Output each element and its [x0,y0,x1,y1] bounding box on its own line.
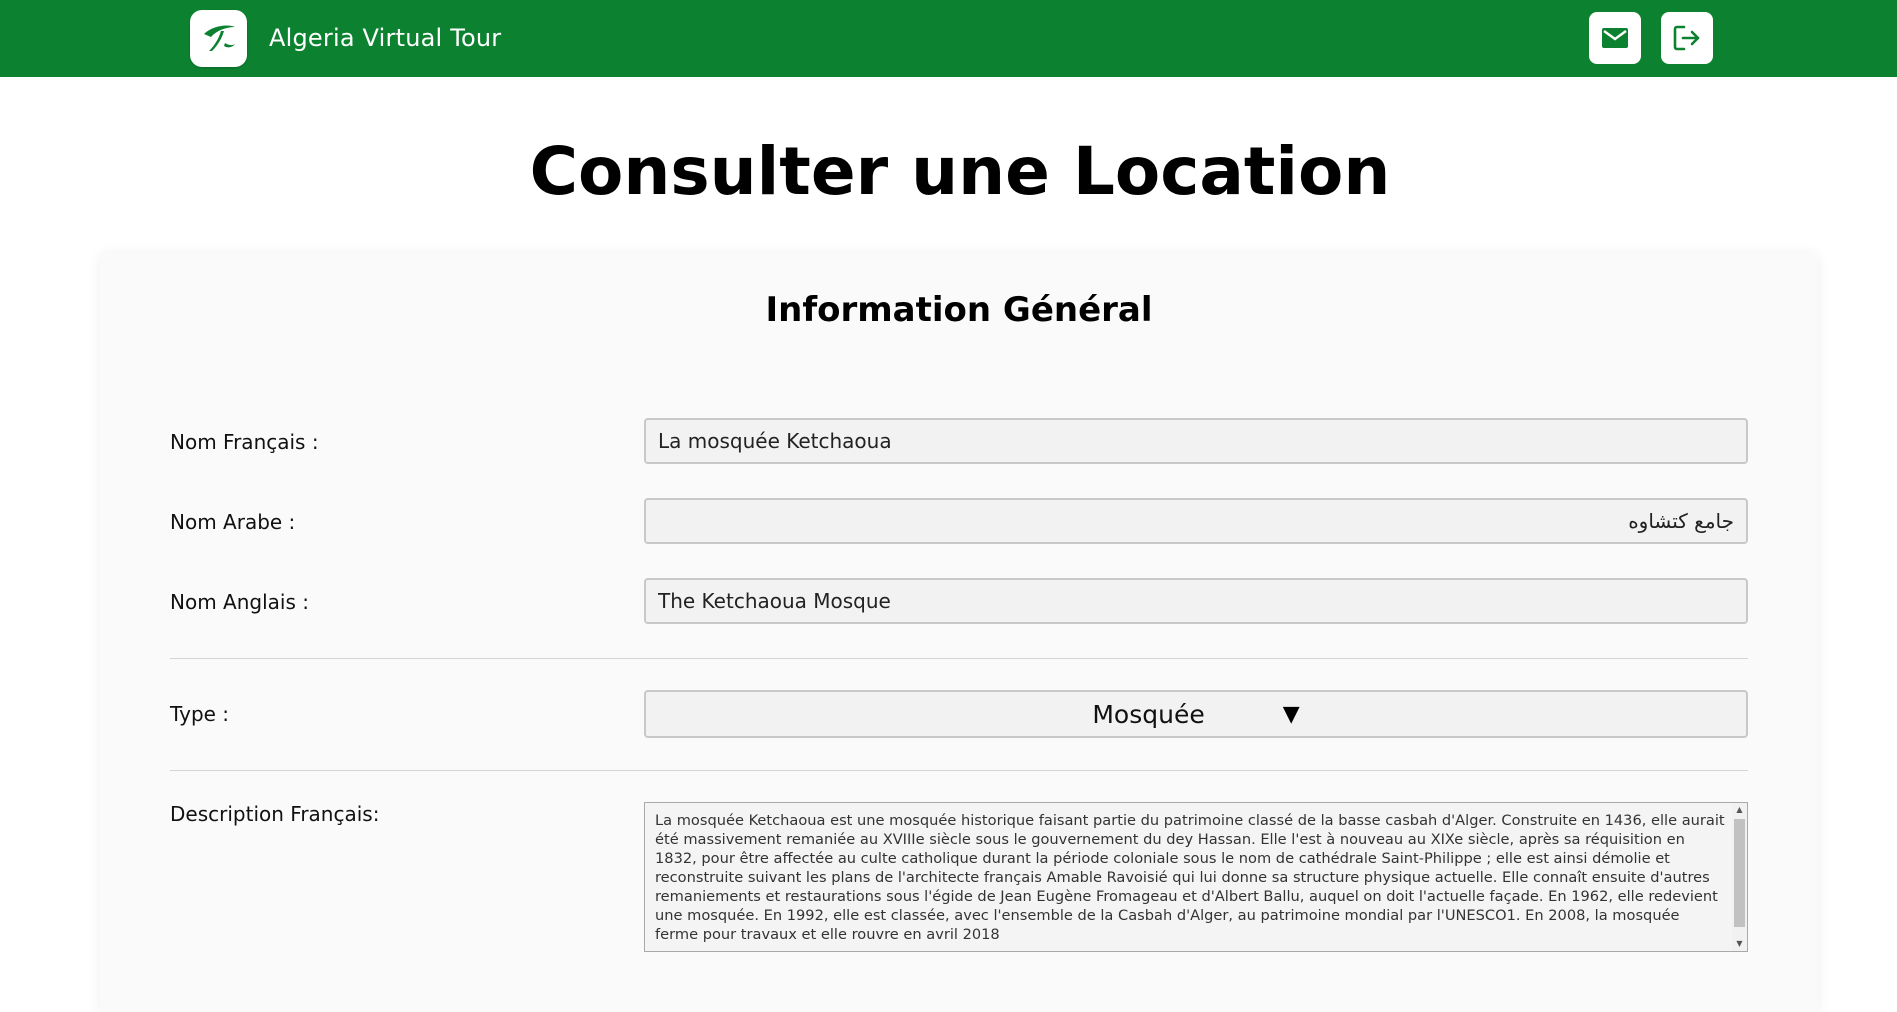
nom-arabe-input[interactable] [644,498,1748,544]
mail-button[interactable] [1589,12,1641,64]
description-francais-text: La mosquée Ketchaoua est une mosquée his… [655,812,1725,943]
nom-anglais-input[interactable] [644,578,1748,624]
location-info-card: Information Général Nom Français : Nom A… [100,252,1818,1012]
nom-francais-label: Nom Français : [170,430,319,454]
logout-icon [1673,25,1700,51]
scroll-thumb[interactable] [1734,819,1745,927]
scroll-down-arrow-icon[interactable]: ▼ [1732,937,1747,951]
app-title: Algeria Virtual Tour [269,24,502,52]
top-navbar: Algeria Virtual Tour [0,0,1897,77]
section-title: Information Général [765,290,1153,330]
divider [170,658,1748,659]
page-title: Consulter une Location [529,133,1391,210]
swoosh-logo-icon [190,9,247,67]
mail-icon [1602,28,1628,48]
type-select[interactable]: Mosquée ▼ [644,690,1748,738]
triangle-down-icon: ▼ [1282,701,1300,727]
textarea-scrollbar[interactable]: ▲ ▼ [1732,803,1747,951]
brand[interactable]: Algeria Virtual Tour [190,9,501,67]
nom-anglais-label: Nom Anglais : [170,590,309,614]
nom-francais-input[interactable] [644,418,1748,464]
description-francais-textarea[interactable]: La mosquée Ketchaoua est une mosquée his… [644,802,1748,952]
logout-button[interactable] [1661,12,1713,64]
type-select-value: Mosquée [1092,699,1205,729]
description-francais-label: Description Français: [170,802,380,826]
type-label: Type : [170,702,230,726]
nom-arabe-label: Nom Arabe : [170,510,296,534]
divider [170,770,1748,771]
scroll-up-arrow-icon[interactable]: ▲ [1732,803,1747,817]
